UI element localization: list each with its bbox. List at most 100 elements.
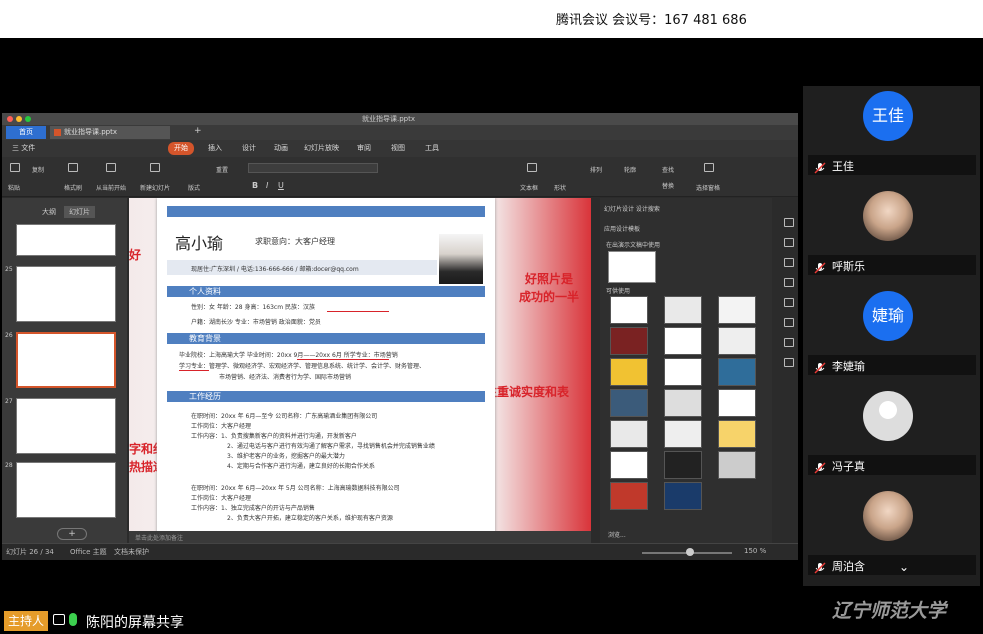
- format-painter-button[interactable]: 格式刷: [64, 183, 82, 192]
- participant-tile[interactable]: 冯子真: [803, 386, 980, 486]
- design-template-thumbnail[interactable]: [610, 389, 648, 417]
- scroll-down-button[interactable]: ⌄: [835, 560, 977, 580]
- slide-thumbnail-selected[interactable]: [16, 332, 116, 388]
- window-titlebar: 就业指导课.pptx: [2, 113, 798, 125]
- textbox-button[interactable]: 文本框: [520, 183, 538, 192]
- design-template-thumbnail[interactable]: [718, 327, 756, 355]
- minimize-icon[interactable]: [16, 116, 22, 122]
- tool-icon[interactable]: [784, 238, 794, 247]
- design-panel: 幻灯片设计 设计搜索 应用设计模板 在出演示文稿中使用 可供使用 浏览...: [600, 198, 772, 543]
- new-slide-button[interactable]: 新建幻灯片: [140, 183, 170, 192]
- resume-name: 高小瑜: [175, 234, 224, 253]
- find-button[interactable]: 查找: [662, 165, 674, 174]
- menu-tools[interactable]: 工具: [425, 142, 439, 155]
- tool-icon[interactable]: [784, 298, 794, 307]
- design-template-thumbnail[interactable]: [664, 420, 702, 448]
- menu-home[interactable]: 开始: [168, 142, 194, 155]
- bold-button[interactable]: B: [252, 181, 258, 190]
- participant-tile[interactable]: 婕瑜 李婕瑜: [803, 286, 980, 386]
- work-line: 3、维护老客户的业务，挖掘客户的最大潜力: [227, 453, 345, 460]
- design-template-thumbnail[interactable]: [718, 389, 756, 417]
- participant-tile[interactable]: 呼斯乐: [803, 186, 980, 286]
- design-template-thumbnail[interactable]: [718, 296, 756, 324]
- tab-slides[interactable]: 幻灯片: [64, 206, 95, 218]
- slide-thumbnail[interactable]: [16, 266, 116, 322]
- copy-button[interactable]: 复制: [32, 165, 44, 174]
- tool-icon[interactable]: [784, 318, 794, 327]
- tab-file[interactable]: 就业指导课.pptx: [50, 126, 170, 139]
- tab-home[interactable]: 首页: [6, 126, 46, 139]
- paste-button[interactable]: 粘贴: [8, 183, 20, 192]
- design-panel-sub: 应用设计模板: [604, 226, 641, 233]
- design-template-thumbnail[interactable]: [610, 482, 648, 510]
- participant-namebar: 王佳: [808, 155, 976, 175]
- tab-row: 首页 就业指导课.pptx +: [2, 125, 798, 140]
- reset-button[interactable]: 重置: [216, 165, 228, 174]
- avatar: [863, 491, 913, 541]
- section-education: 教育背景: [167, 333, 485, 344]
- design-template-thumbnail[interactable]: [664, 451, 702, 479]
- menu-review[interactable]: 审阅: [357, 142, 371, 155]
- browse-link[interactable]: 浏览...: [608, 530, 626, 539]
- menu-design[interactable]: 设计: [242, 142, 256, 155]
- participant-namebar: 冯子真: [808, 455, 976, 475]
- participant-tile[interactable]: 王佳 王佳: [803, 86, 980, 186]
- design-template-thumbnail[interactable]: [664, 327, 702, 355]
- host-badge: 主持人: [4, 611, 48, 631]
- add-tab-button[interactable]: +: [194, 126, 202, 136]
- menu-insert[interactable]: 插入: [208, 142, 222, 155]
- shape-button[interactable]: 形状: [554, 183, 566, 192]
- design-template-thumbnail[interactable]: [718, 451, 756, 479]
- work-line: 2、通过电话与客户进行有效沟通了解客户需求，寻找销售机会并完成销售业绩: [227, 443, 435, 450]
- design-panel-sub: 可供使用: [606, 288, 631, 295]
- slide-thumbnail[interactable]: [16, 224, 116, 256]
- textbox-icon: [527, 163, 537, 172]
- design-template-thumbnail[interactable]: [610, 296, 648, 324]
- paste-icon: [10, 163, 20, 172]
- font-select[interactable]: [248, 163, 378, 173]
- italic-button[interactable]: I: [266, 181, 268, 190]
- menu-file[interactable]: 三 文件: [12, 142, 35, 155]
- selection-pane-icon: [704, 163, 714, 172]
- section-personal: 个人资料: [167, 286, 485, 297]
- slide-number: 28: [5, 462, 13, 469]
- add-slide-button[interactable]: +: [57, 528, 87, 540]
- design-template-thumbnail[interactable]: [718, 420, 756, 448]
- design-template-thumbnail[interactable]: [664, 358, 702, 386]
- design-template-thumbnail[interactable]: [610, 451, 648, 479]
- design-template-thumbnail[interactable]: [718, 358, 756, 386]
- current-template[interactable]: [608, 251, 656, 283]
- zoom-slider-handle[interactable]: [686, 548, 694, 556]
- selection-pane-button[interactable]: 选择窗格: [696, 183, 720, 192]
- menu-slideshow[interactable]: 幻灯片放映: [304, 142, 339, 155]
- close-icon[interactable]: [7, 116, 13, 122]
- design-template-thumbnail[interactable]: [610, 358, 648, 386]
- layout-button[interactable]: 版式: [188, 183, 200, 192]
- slide-thumbnail[interactable]: [16, 398, 116, 454]
- outline-button[interactable]: 轮廓: [624, 165, 636, 174]
- slide-thumbnail[interactable]: [16, 462, 116, 518]
- tool-icon[interactable]: [784, 258, 794, 267]
- tool-icon[interactable]: [784, 358, 794, 367]
- tool-icon[interactable]: [784, 278, 794, 287]
- replace-button[interactable]: 替换: [662, 181, 674, 190]
- tool-icon[interactable]: [784, 218, 794, 227]
- tool-icon[interactable]: [784, 338, 794, 347]
- tab-outline[interactable]: 大纲: [37, 206, 61, 218]
- design-template-thumbnail[interactable]: [610, 420, 648, 448]
- menu-view[interactable]: 视图: [391, 142, 405, 155]
- mic-muted-icon: [814, 159, 826, 174]
- resume-slide: 高小瑜 求职意向：大客户经理 现居住:广东深圳 / 电话:136-666-666…: [157, 198, 495, 543]
- participant-name: 冯子真: [832, 460, 865, 473]
- maximize-icon[interactable]: [25, 116, 31, 122]
- arrange-button[interactable]: 排列: [590, 165, 602, 174]
- play-from-current-button[interactable]: 从当前开始: [96, 183, 126, 192]
- underline-button[interactable]: U: [278, 181, 284, 190]
- design-template-thumbnail[interactable]: [664, 389, 702, 417]
- design-template-thumbnail[interactable]: [664, 482, 702, 510]
- design-template-thumbnail[interactable]: [664, 296, 702, 324]
- design-template-thumbnail[interactable]: [610, 327, 648, 355]
- notes-pane[interactable]: 单击此处添加备注: [129, 531, 591, 543]
- menu-animation[interactable]: 动画: [274, 142, 288, 155]
- play-icon: [106, 163, 116, 172]
